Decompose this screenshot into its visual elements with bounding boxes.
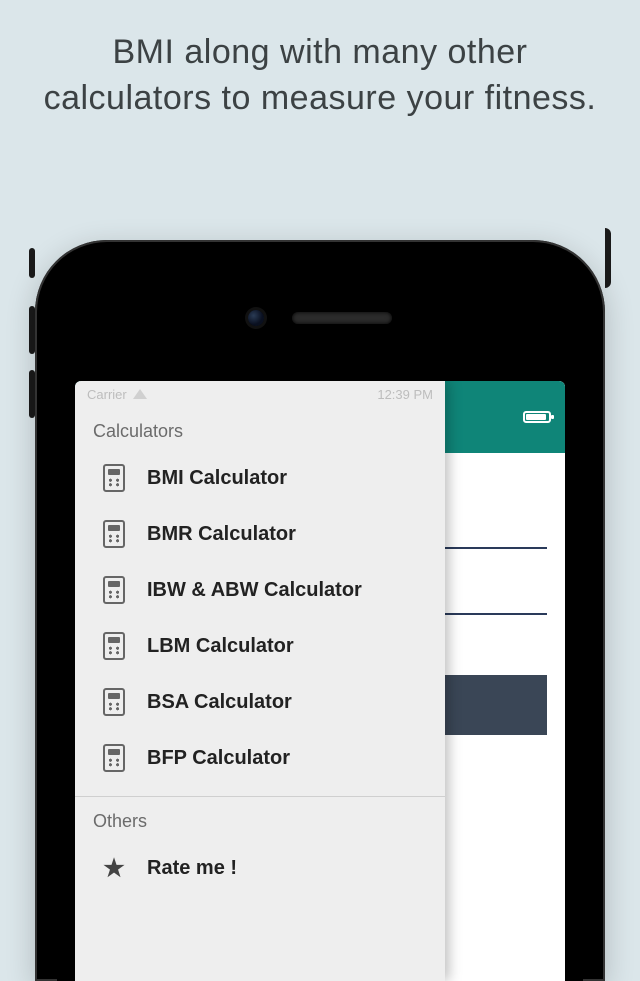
sidebar-item-bsa[interactable]: BSA Calculator <box>75 674 445 730</box>
earpiece-speaker <box>292 312 392 324</box>
sidebar-item-lbm[interactable]: LBM Calculator <box>75 618 445 674</box>
wifi-icon <box>133 389 147 399</box>
side-drawer: Carrier 12:39 PM Calculators BMI Calcula… <box>75 381 445 981</box>
battery-icon <box>523 411 551 423</box>
sidebar-item-rate[interactable]: ★ Rate me ! <box>75 840 445 897</box>
sidebar-item-bfp[interactable]: BFP Calculator <box>75 730 445 786</box>
mute-switch <box>29 248 35 278</box>
calculator-icon <box>103 632 125 660</box>
section-others-title: Others <box>75 797 445 840</box>
calculator-icon <box>103 688 125 716</box>
phone-frame: Weight Height Carrier <box>35 240 605 981</box>
status-bar: Carrier 12:39 PM <box>75 381 445 407</box>
star-icon: ★ <box>103 854 125 883</box>
sidebar-item-label: BMR Calculator <box>147 523 296 546</box>
section-calculators-title: Calculators <box>75 407 445 450</box>
sidebar-item-ibw-abw[interactable]: IBW & ABW Calculator <box>75 562 445 618</box>
clock-label: 12:39 PM <box>377 387 433 402</box>
sidebar-item-label: Rate me ! <box>147 857 237 880</box>
sidebar-item-label: LBM Calculator <box>147 635 294 658</box>
sidebar-item-label: IBW & ABW Calculator <box>147 579 362 602</box>
sidebar-item-bmr[interactable]: BMR Calculator <box>75 506 445 562</box>
phone-screen: Weight Height Carrier <box>75 381 565 981</box>
sidebar-item-bmi[interactable]: BMI Calculator <box>75 450 445 506</box>
sidebar-item-label: BSA Calculator <box>147 691 292 714</box>
carrier-label: Carrier <box>87 387 127 402</box>
calculator-icon <box>103 744 125 772</box>
sidebar-item-label: BMI Calculator <box>147 467 287 490</box>
calculator-icon <box>103 464 125 492</box>
promo-headline: BMI along with many other calculators to… <box>0 0 640 122</box>
calculator-icon <box>103 576 125 604</box>
sidebar-item-label: BFP Calculator <box>147 747 290 770</box>
power-button <box>605 228 611 288</box>
calculator-icon <box>103 520 125 548</box>
front-camera <box>248 310 264 326</box>
